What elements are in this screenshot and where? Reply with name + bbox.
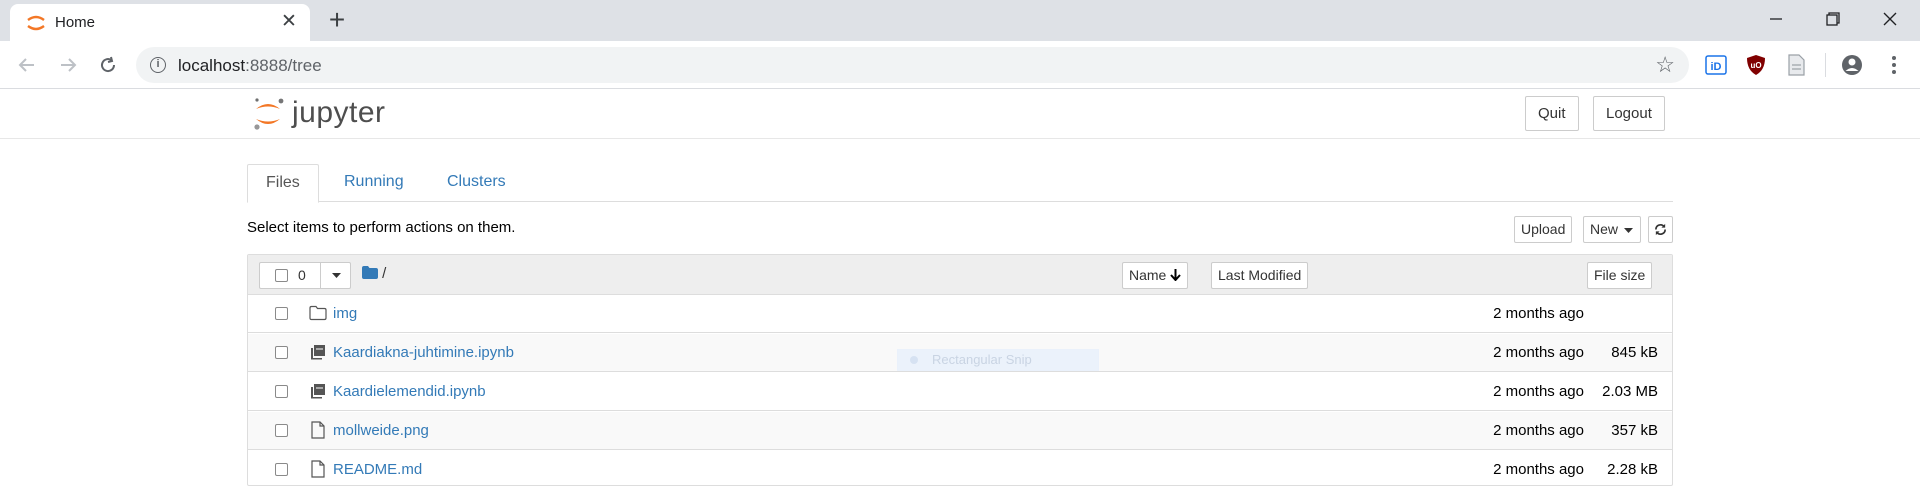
toolbar-divider: [1825, 53, 1826, 77]
new-button-label: New: [1590, 221, 1619, 237]
back-arrow-icon[interactable]: [13, 51, 41, 79]
caret-down-icon: [331, 273, 341, 278]
row-checkbox[interactable]: [275, 307, 288, 320]
sort-modified-button[interactable]: Last Modified: [1211, 262, 1309, 289]
notebook-icon: [311, 345, 325, 360]
refresh-icon: [1655, 223, 1666, 236]
jupyter-logo-icon: [254, 98, 284, 130]
file-icon: [311, 460, 325, 478]
tab-title: Home: [55, 14, 96, 31]
select-items-message: Select items to perform actions on them.: [247, 219, 516, 236]
sort-name-button[interactable]: Name: [1122, 262, 1189, 289]
file-size: 845 kB: [1611, 344, 1658, 361]
list-item[interactable]: img 2 months ago: [248, 295, 1672, 333]
chrome-menu-icon[interactable]: [1882, 53, 1906, 77]
tab-close-icon[interactable]: ✕: [278, 11, 300, 33]
folder-icon: [309, 305, 327, 321]
forward-arrow-icon[interactable]: [54, 51, 82, 79]
logout-button[interactable]: Logout: [1593, 96, 1665, 131]
minimize-window-icon[interactable]: [1756, 6, 1796, 32]
new-dropdown-button[interactable]: New: [1583, 216, 1642, 243]
file-modified: 2 months ago: [1493, 422, 1584, 439]
address-bar[interactable]: i localhost:8888/tree ☆: [136, 47, 1689, 83]
snip-overlay: Rectangular Snip: [897, 349, 1099, 371]
sort-name-label: Name: [1129, 267, 1167, 283]
tab-clusters[interactable]: Clusters: [429, 164, 524, 202]
browser-toolbar: i localhost:8888/tree ☆ iD uO: [0, 41, 1920, 89]
browser-tab[interactable]: Home ✕: [10, 4, 310, 41]
arrow-down-icon: [1170, 269, 1181, 282]
file-name-link[interactable]: README.md: [333, 461, 422, 478]
file-list-header: 0 / Name Last Modified File size: [248, 255, 1672, 295]
close-window-icon[interactable]: [1870, 6, 1910, 32]
list-item[interactable]: README.md 2 months ago 2.28 kB: [248, 451, 1672, 489]
profile-avatar-icon[interactable]: [1840, 53, 1864, 77]
breadcrumb-path: /: [382, 265, 387, 282]
browser-tabstrip: Home ✕ +: [0, 0, 1920, 41]
jupyter-header: jupyter Quit Logout: [0, 89, 1920, 139]
select-all-checkbox[interactable]: [275, 269, 288, 282]
row-checkbox[interactable]: [275, 424, 288, 437]
caret-down-icon: [1624, 228, 1634, 233]
sort-size-button[interactable]: File size: [1587, 262, 1653, 289]
tab-files[interactable]: Files: [247, 164, 319, 203]
jupyter-favicon-icon: [27, 15, 45, 31]
file-name-link[interactable]: img: [333, 305, 357, 322]
selected-count: 0: [298, 267, 306, 283]
row-checkbox[interactable]: [275, 463, 288, 476]
bookmark-star-icon[interactable]: ☆: [1655, 52, 1675, 78]
select-options-caret[interactable]: [320, 262, 351, 289]
select-all-group[interactable]: 0: [259, 262, 351, 289]
snip-dot-icon: [910, 356, 918, 364]
file-name-link[interactable]: Kaardielemendid.ipynb: [333, 383, 486, 400]
url-text[interactable]: localhost:8888/tree: [178, 56, 322, 76]
file-icon: [311, 421, 325, 439]
file-modified: 2 months ago: [1493, 461, 1584, 478]
folder-filled-icon: [362, 266, 378, 279]
breadcrumb[interactable]: /: [362, 265, 386, 282]
file-name-link[interactable]: Kaardiakna-juhtimine.ipynb: [333, 344, 514, 361]
file-modified: 2 months ago: [1493, 344, 1584, 361]
file-size: 2.03 MB: [1602, 383, 1658, 400]
list-item[interactable]: mollweide.png 2 months ago 357 kB: [248, 412, 1672, 450]
row-checkbox[interactable]: [275, 346, 288, 359]
upload-button[interactable]: Upload: [1514, 216, 1573, 243]
refresh-button[interactable]: [1648, 216, 1673, 243]
site-info-icon[interactable]: i: [150, 57, 166, 73]
file-modified: 2 months ago: [1493, 383, 1584, 400]
snip-overlay-label: Rectangular Snip: [932, 352, 1032, 367]
id-extension-icon[interactable]: iD: [1704, 53, 1728, 77]
document-extension-icon[interactable]: [1784, 53, 1808, 77]
svg-text:uO: uO: [1750, 61, 1761, 70]
notebook-icon: [311, 384, 325, 399]
reload-icon[interactable]: [94, 51, 122, 79]
ublock-shield-icon[interactable]: uO: [1744, 53, 1768, 77]
jupyter-logo-text: jupyter: [292, 96, 386, 129]
restore-window-icon[interactable]: [1813, 6, 1853, 32]
row-checkbox[interactable]: [275, 385, 288, 398]
quit-button[interactable]: Quit: [1525, 96, 1579, 131]
file-modified: 2 months ago: [1493, 305, 1584, 322]
file-size: 357 kB: [1611, 422, 1658, 439]
svg-text:iD: iD: [1711, 61, 1722, 73]
file-size: 2.28 kB: [1607, 461, 1658, 478]
new-tab-button[interactable]: +: [322, 6, 352, 36]
file-name-link[interactable]: mollweide.png: [333, 422, 429, 439]
tab-running[interactable]: Running: [326, 164, 422, 202]
list-item[interactable]: Kaardielemendid.ipynb 2 months ago 2.03 …: [248, 373, 1672, 411]
jupyter-tabs: Files Running Clusters: [247, 164, 1673, 203]
